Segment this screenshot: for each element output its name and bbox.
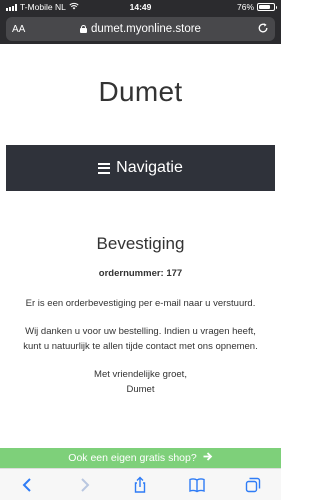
battery-level xyxy=(259,5,270,9)
order-number: ordernummer: 177 xyxy=(98,268,183,279)
reload-icon[interactable] xyxy=(247,22,269,37)
url-display[interactable]: dumet.myonline.store xyxy=(34,23,247,35)
status-right: 76% xyxy=(141,2,277,12)
battery-icon xyxy=(257,3,277,11)
status-left: T-Mobile NL xyxy=(6,2,141,12)
text-size-button[interactable]: AA xyxy=(12,24,34,35)
promo-banner[interactable]: Ook een eigen gratis shop? xyxy=(0,448,281,468)
signal-icon xyxy=(6,3,17,11)
back-button[interactable] xyxy=(16,473,40,497)
status-bar: T-Mobile NL 14:49 76% xyxy=(0,0,281,14)
carrier-name: T-Mobile NL xyxy=(20,2,66,12)
wifi-icon xyxy=(69,2,79,12)
web-page: Dumet Navigatie Bevestiging ordernummer:… xyxy=(0,44,281,448)
email-notice: Er is een orderbevestiging per e-mail na… xyxy=(25,298,256,309)
url-text: dumet.myonline.store xyxy=(91,23,201,35)
chevron-right-icon xyxy=(81,477,90,492)
bookmarks-button[interactable] xyxy=(185,473,209,497)
share-button[interactable] xyxy=(128,473,152,497)
greeting: Met vriendelijke groet, xyxy=(94,369,187,380)
book-icon xyxy=(188,477,205,492)
battery-percent: 76% xyxy=(236,2,254,12)
tabs-button[interactable] xyxy=(241,473,265,497)
hamburger-icon xyxy=(98,162,111,174)
site-title[interactable]: Dumet xyxy=(0,76,281,108)
lock-icon xyxy=(80,25,88,33)
browser-toolbar xyxy=(0,468,281,500)
confirmation-content: Bevestiging ordernummer: 177 Er is een o… xyxy=(16,234,265,397)
thanks-message: Wij danken u voor uw bestelling. Indien … xyxy=(23,326,258,352)
share-icon xyxy=(135,476,146,493)
browser-header: AA dumet.myonline.store xyxy=(0,14,281,44)
chevron-left-icon xyxy=(22,477,31,492)
confirmation-heading: Bevestiging xyxy=(96,234,185,253)
address-bar[interactable]: AA dumet.myonline.store xyxy=(6,17,275,41)
signature: Dumet xyxy=(126,384,155,395)
tabs-icon xyxy=(245,477,261,492)
navigation-label: Navigatie xyxy=(116,159,183,176)
arrow-right-icon xyxy=(203,452,213,464)
promo-label: Ook een eigen gratis shop? xyxy=(68,452,197,464)
forward-button[interactable] xyxy=(72,473,96,497)
navigation-toggle[interactable]: Navigatie xyxy=(6,145,275,191)
